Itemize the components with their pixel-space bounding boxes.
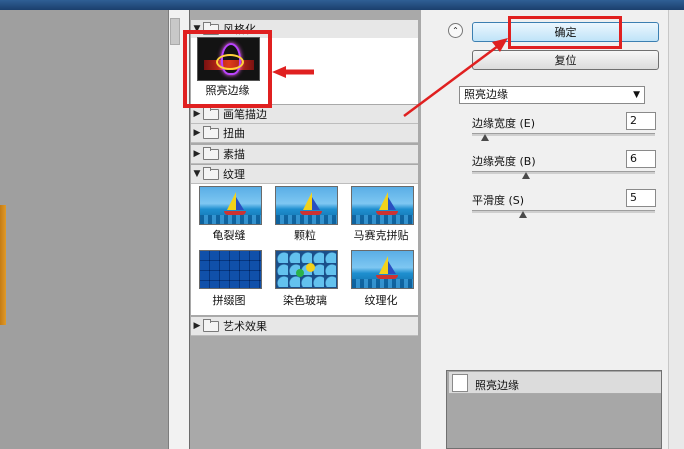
waves-shape: [352, 279, 413, 288]
filter-thumb-grain[interactable]: [275, 186, 338, 225]
filter-label: 龟裂缝: [212, 229, 246, 242]
preview-image-edge: [0, 205, 6, 325]
highlight-box-ok: [508, 16, 622, 49]
expand-right-icon: ▶: [193, 128, 201, 138]
edge-brightness-slider-knob[interactable]: [522, 172, 530, 179]
waves-shape: [352, 215, 413, 224]
edge-brightness-input[interactable]: 6: [626, 150, 656, 168]
edge-width-input[interactable]: 2: [626, 112, 656, 130]
sail-shape: [388, 197, 396, 210]
effect-layer-label: 照亮边缘: [475, 379, 519, 392]
filter-thumb-patchwork[interactable]: [199, 250, 262, 289]
filter-label: 拼缀图: [212, 294, 246, 307]
sail-shape: [227, 192, 236, 210]
filter-thumb-texturizer[interactable]: [351, 250, 414, 289]
expand-down-icon: ▼: [193, 169, 201, 179]
sail-shape: [236, 197, 244, 210]
visibility-toggle[interactable]: [452, 374, 468, 392]
folder-icon: [203, 318, 219, 332]
sail-shape: [379, 192, 388, 210]
edge-width-slider[interactable]: [472, 133, 655, 136]
filter-thumb-stained-glass[interactable]: [275, 250, 338, 289]
filter-label: 纹理化: [364, 294, 398, 307]
annotation-arrow-left: [272, 66, 314, 78]
filter-select-value: 照亮边缘: [464, 88, 508, 101]
sail-shape: [379, 256, 388, 274]
edge-brightness-label: 边缘亮度 (B): [472, 155, 536, 168]
expand-right-icon: ▶: [193, 149, 201, 159]
folder-icon: [203, 106, 219, 120]
waves-shape: [200, 215, 261, 224]
edge-width-slider-knob[interactable]: [481, 134, 489, 141]
sail-shape: [312, 197, 320, 210]
sail-shape: [303, 192, 312, 210]
scroll-thumb[interactable]: [170, 18, 180, 45]
highlight-box-thumbnail: [183, 30, 272, 108]
hex-accent: [306, 263, 315, 272]
category-sketch[interactable]: ▶ 素描: [191, 145, 418, 164]
smoothness-slider-knob[interactable]: [519, 211, 527, 218]
category-label: 纹理: [223, 168, 245, 181]
category-label: 画笔描边: [223, 108, 267, 121]
folder-icon: [203, 166, 219, 180]
window-titlebar: [0, 0, 684, 10]
edge-brightness-slider[interactable]: [472, 171, 655, 174]
smoothness-label: 平滑度 (S): [472, 194, 525, 207]
category-label: 扭曲: [223, 127, 245, 140]
category-label: 艺术效果: [223, 320, 267, 333]
category-distort[interactable]: ▶ 扭曲: [191, 124, 418, 143]
waves-shape: [276, 215, 337, 224]
filter-select[interactable]: 照亮边缘 ▼: [459, 86, 645, 104]
filter-thumb-mosaic-tiles[interactable]: [351, 186, 414, 225]
category-label: 素描: [223, 148, 245, 161]
panel-scrollbar[interactable]: [668, 10, 684, 449]
annotation-arrow-diagonal: [403, 38, 508, 118]
sail-shape: [388, 261, 396, 274]
filter-label: 颗粒: [294, 229, 316, 242]
smoothness-input[interactable]: 5: [626, 189, 656, 207]
category-artistic[interactable]: ▶ 艺术效果: [191, 317, 418, 336]
expand-right-icon: ▶: [193, 321, 201, 331]
filter-label: 染色玻璃: [283, 294, 327, 307]
image-preview-area[interactable]: [0, 10, 169, 449]
category-texture[interactable]: ▼ 纹理: [191, 165, 418, 184]
smoothness-slider[interactable]: [472, 210, 655, 213]
expand-right-icon: ▶: [193, 109, 201, 119]
filter-label: 马赛克拼贴: [353, 229, 409, 242]
edge-width-label: 边缘宽度 (E): [472, 117, 536, 130]
folder-icon: [203, 146, 219, 160]
hex-accent: [296, 269, 304, 277]
filter-thumb-craquelure[interactable]: [199, 186, 262, 225]
chevron-down-icon: ▼: [633, 90, 640, 100]
folder-icon: [203, 125, 219, 139]
